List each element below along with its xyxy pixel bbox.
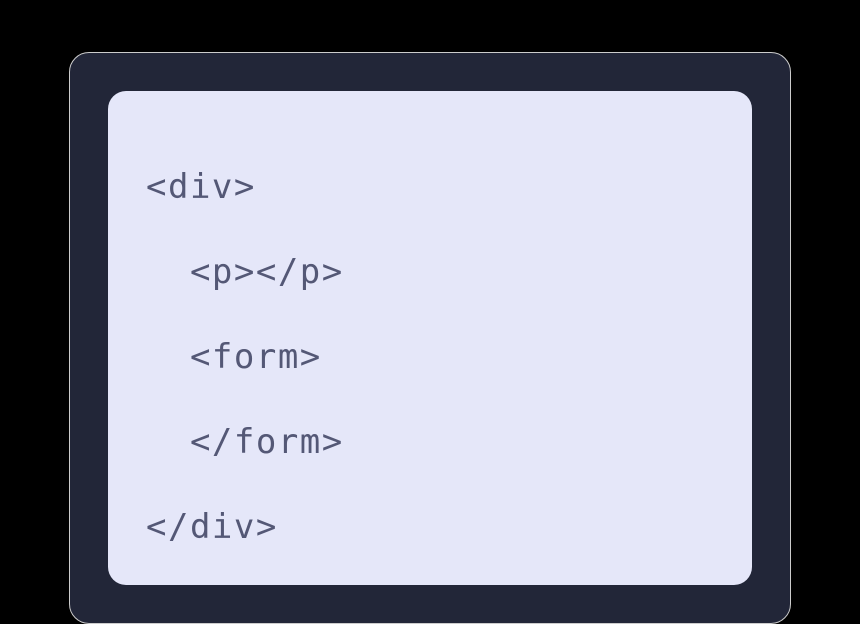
code-line-5: </div> bbox=[146, 485, 714, 570]
code-panel: <div> <p></p> <form> </form> </div> bbox=[108, 91, 752, 585]
code-line-1: <div> bbox=[146, 145, 714, 230]
code-line-4: </form> bbox=[146, 400, 714, 485]
code-line-3: <form> bbox=[146, 315, 714, 400]
code-line-2: <p></p> bbox=[146, 230, 714, 315]
code-frame: <div> <p></p> <form> </form> </div> bbox=[69, 52, 791, 624]
